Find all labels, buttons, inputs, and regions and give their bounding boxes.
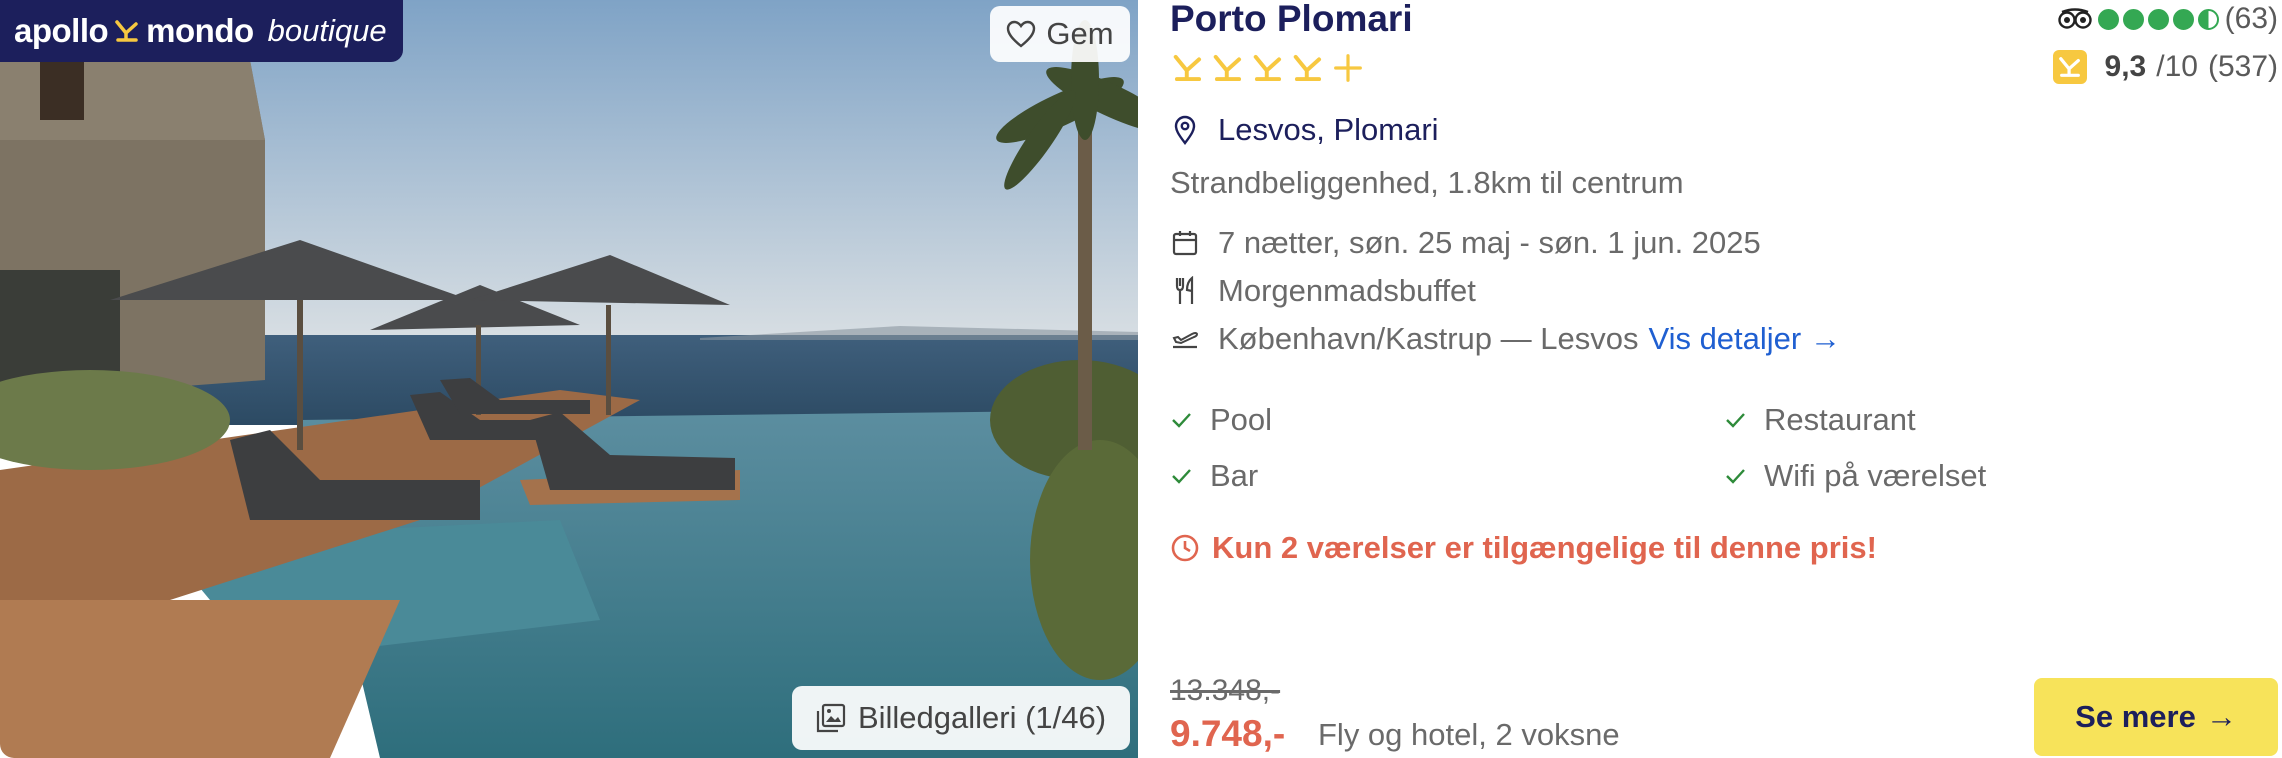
rating-scale: /10 bbox=[2156, 50, 2198, 83]
plus-star-icon bbox=[1334, 54, 1362, 82]
facility-label: Bar bbox=[1210, 458, 1259, 493]
facility-label: Restaurant bbox=[1764, 402, 1916, 437]
beach-info: Strandbeliggenhed, 1.8km til centrum bbox=[1170, 165, 1684, 200]
tripadvisor-count: (63) bbox=[2224, 2, 2278, 35]
check-icon bbox=[1726, 469, 1745, 484]
tripadvisor-owl-icon bbox=[2057, 8, 2092, 29]
gallery-label: Billedgalleri (1/46) bbox=[857, 700, 1107, 735]
brand-apollo: apollo bbox=[14, 12, 109, 49]
rating-dot bbox=[2097, 8, 2119, 30]
brand-boutique: boutique bbox=[267, 13, 387, 48]
old-price: 13.348,- bbox=[1170, 674, 1281, 707]
rating-dot bbox=[2122, 8, 2144, 30]
star-rating bbox=[1172, 52, 1364, 84]
calendar-icon bbox=[1170, 228, 1200, 258]
star-icon bbox=[1293, 54, 1322, 82]
dates-row: 7 nætter, søn. 25 maj - søn. 1 jun. 2025 bbox=[1170, 225, 1761, 261]
apollo-sun-mark-icon bbox=[115, 20, 138, 42]
flight-row: København/Kastrup — Lesvos Vis detaljer … bbox=[1170, 321, 1841, 357]
tripadvisor-rating: (63) bbox=[2057, 2, 2278, 36]
facility-item: Restaurant bbox=[1724, 402, 1916, 438]
gallery-button[interactable]: Billedgalleri (1/46) bbox=[792, 686, 1130, 750]
price-note: Fly og hotel, 2 voksne bbox=[1318, 717, 1620, 752]
rating-count: (537) bbox=[2207, 50, 2278, 83]
rating-dot bbox=[2197, 8, 2219, 30]
hotel-info-panel: Porto Plomari (63) 9,3 /10 (537) Lesvos,… bbox=[1170, 0, 2282, 758]
tripadvisor-dots bbox=[2097, 8, 2219, 30]
pool-photo bbox=[0, 0, 1138, 758]
meal-text: Morgenmadsbuffet bbox=[1218, 273, 1476, 308]
rating-dot bbox=[2172, 8, 2194, 30]
location-text: Lesvos, Plomari bbox=[1218, 112, 1439, 147]
check-icon bbox=[1726, 413, 1745, 428]
hotel-name[interactable]: Porto Plomari bbox=[1170, 0, 1413, 40]
facility-item: Bar bbox=[1170, 458, 1258, 494]
facility-label: Wifi på værelset bbox=[1764, 458, 1987, 493]
brand-mondo: mondo bbox=[146, 12, 254, 49]
check-icon bbox=[1172, 413, 1191, 428]
rating-score: 9,3 bbox=[2104, 50, 2147, 83]
cutlery-icon bbox=[1170, 276, 1200, 306]
heart-outline-icon bbox=[1007, 20, 1036, 48]
plane-departure-icon bbox=[1170, 324, 1200, 354]
check-icon bbox=[1172, 469, 1191, 484]
hotel-photo[interactable]: apollo mondo boutique Gem Billedgalleri … bbox=[0, 0, 1138, 758]
brand-badge: apollo mondo boutique bbox=[0, 0, 403, 62]
facility-item: Wifi på værelset bbox=[1724, 458, 1986, 494]
facility-item: Pool bbox=[1170, 402, 1272, 438]
save-button[interactable]: Gem bbox=[990, 6, 1130, 62]
star-icon bbox=[1173, 54, 1202, 82]
star-icon bbox=[1213, 54, 1242, 82]
location-row[interactable]: Lesvos, Plomari bbox=[1170, 112, 1439, 148]
meal-row: Morgenmadsbuffet bbox=[1170, 273, 1476, 309]
current-price: 9.748,- bbox=[1170, 713, 1286, 754]
star-icon bbox=[1253, 54, 1282, 82]
guest-rating: 9,3 /10 (537) bbox=[2052, 50, 2278, 84]
see-more-button[interactable]: Se mere → bbox=[2034, 678, 2278, 756]
rating-dot bbox=[2147, 8, 2169, 30]
image-gallery-icon bbox=[816, 703, 846, 733]
see-more-label: Se mere bbox=[2075, 699, 2196, 734]
facility-label: Pool bbox=[1210, 402, 1273, 437]
arrow-right-icon: → bbox=[2205, 699, 2237, 734]
location-pin-icon bbox=[1170, 115, 1200, 145]
route-text: København/Kastrup — Lesvos bbox=[1218, 321, 1639, 356]
details-link[interactable]: Vis detaljer → bbox=[1648, 321, 1840, 357]
apollo-rating-badge-icon bbox=[2052, 50, 2087, 84]
urgency-text: Kun 2 værelser er tilgængelige til denne… bbox=[1212, 530, 1877, 565]
clock-icon bbox=[1171, 534, 1199, 562]
dates-text: 7 nætter, søn. 25 maj - søn. 1 jun. 2025 bbox=[1218, 225, 1761, 260]
save-label: Gem bbox=[1046, 16, 1114, 51]
urgency-notice: Kun 2 værelser er tilgængelige til denne… bbox=[1170, 530, 1877, 566]
